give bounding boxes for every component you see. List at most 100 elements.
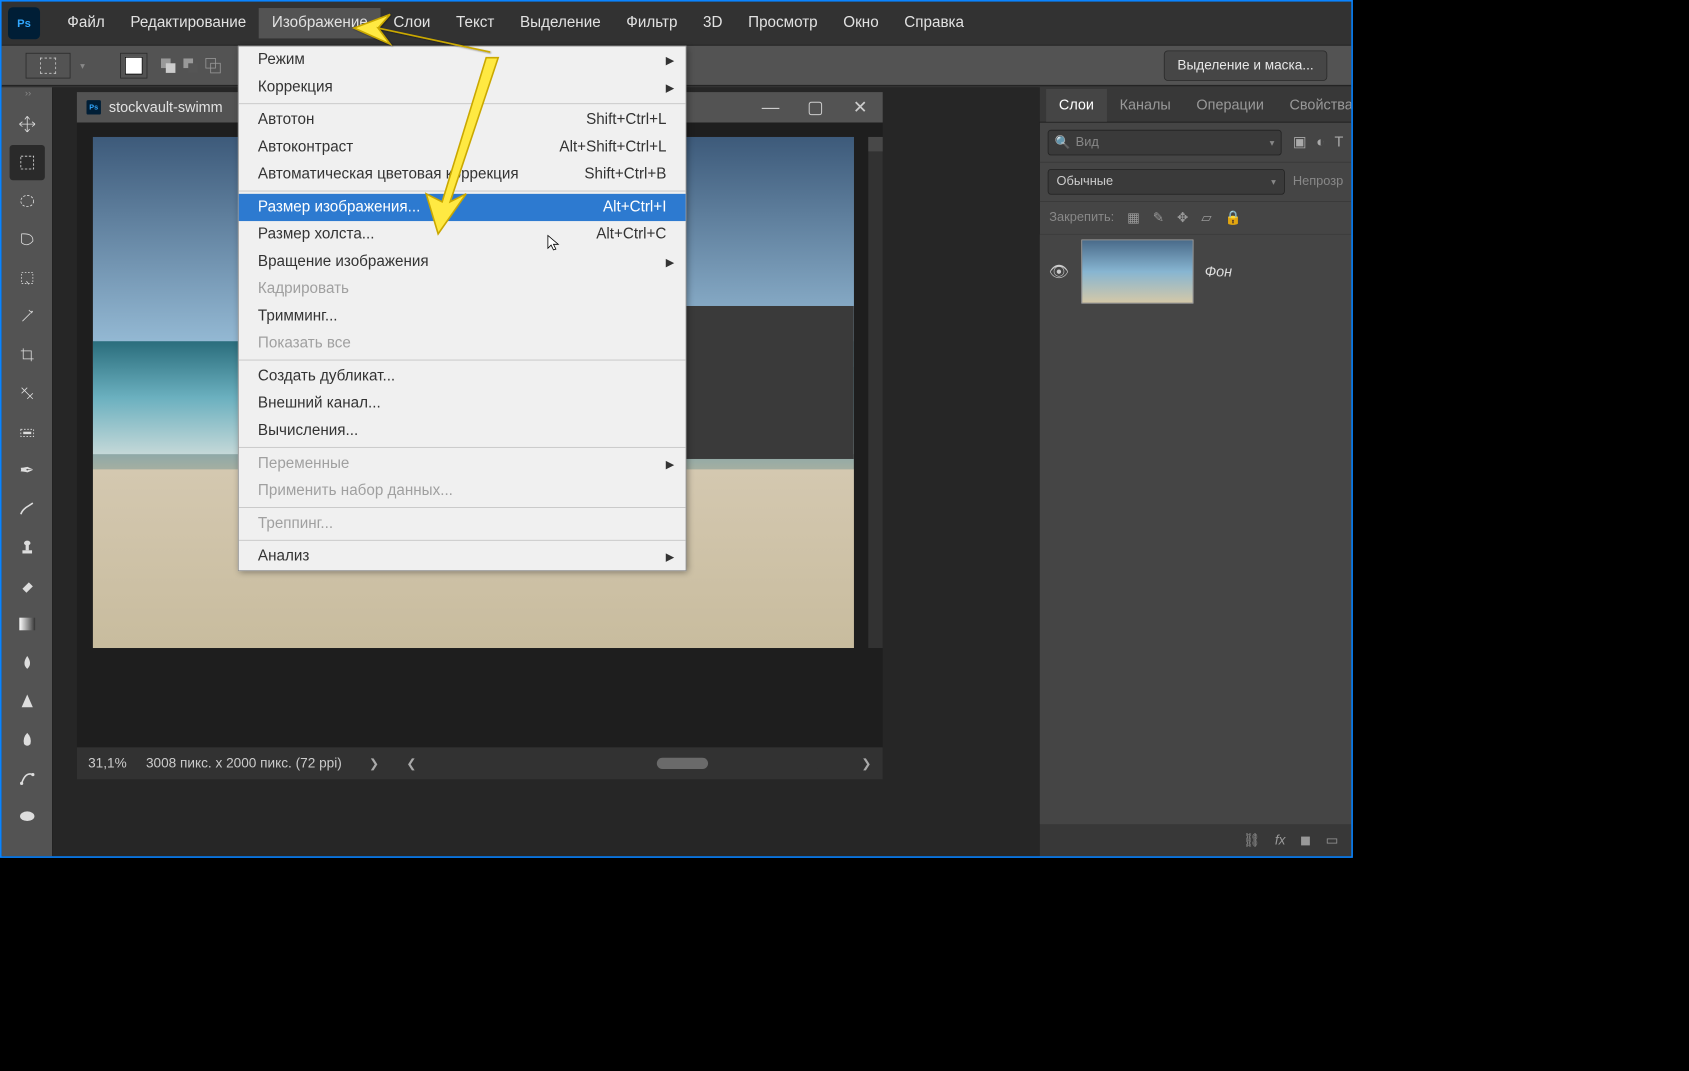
menu-фильтр[interactable]: Фильтр [613, 8, 690, 38]
new-group-icon[interactable]: ▭ [1326, 832, 1339, 848]
menu-item[interactable]: Размер изображения...Alt+Ctrl+I [239, 194, 686, 221]
brush-tool[interactable] [9, 491, 44, 526]
menu-справка[interactable]: Справка [891, 8, 976, 38]
filter-text-icon[interactable]: T [1334, 134, 1343, 151]
layer-row[interactable]: 👁 Фон [1040, 235, 1352, 309]
lock-all-icon[interactable]: 🔒 [1225, 210, 1242, 226]
selection-new-icon[interactable] [120, 52, 147, 78]
layer-fx-icon[interactable]: fx [1275, 832, 1286, 848]
menu-item-label: Коррекция [258, 78, 333, 96]
panel-tab-0[interactable]: Слои [1046, 89, 1107, 122]
link-layers-icon[interactable]: ⛓ [1243, 832, 1260, 848]
dodge-tool[interactable] [9, 683, 44, 718]
eraser-tool[interactable] [9, 568, 44, 603]
marquee-tool[interactable] [9, 145, 44, 180]
move-tool[interactable] [9, 107, 44, 142]
doc-dimensions: 3008 пикс. x 2000 пикс. (72 ppi) [146, 755, 342, 771]
menu-item[interactable]: Тримминг... [239, 303, 686, 330]
menu-слои[interactable]: Слои [381, 8, 444, 38]
lock-brush-icon[interactable]: ✎ [1153, 210, 1164, 226]
menu-выделение[interactable]: Выделение [507, 8, 613, 38]
layers-footer: ⛓ fx ◼ ▭ [1040, 824, 1352, 856]
expand-tools-icon[interactable]: ›› [16, 87, 40, 97]
select-and-mask-button[interactable]: Выделение и маска... [1164, 50, 1327, 80]
opacity-label: Непрозр [1293, 175, 1343, 189]
blur-tool[interactable] [9, 645, 44, 680]
lock-artboard-icon[interactable]: ▱ [1201, 210, 1211, 226]
layer-thumbnail[interactable] [1081, 239, 1193, 303]
status-nav-right2-icon[interactable]: ❯ [861, 756, 871, 770]
more-tool[interactable] [9, 799, 44, 834]
menu-файл[interactable]: Файл [54, 8, 117, 38]
menu-item[interactable]: Автотон Shift+Ctrl+L [239, 107, 686, 134]
window-close-icon[interactable]: ✕ [838, 92, 883, 122]
layer-filter-search[interactable]: 🔍 Вид ▾ [1048, 129, 1282, 155]
visibility-eye-icon[interactable]: 👁 [1048, 262, 1070, 282]
status-nav-right-icon[interactable]: ❯ [369, 756, 379, 770]
lock-pixels-icon[interactable]: ▦ [1127, 210, 1140, 226]
menu-shortcut: Shift+Ctrl+B [584, 166, 666, 184]
layer-name[interactable]: Фон [1205, 263, 1232, 280]
menu-item[interactable]: АвтоконтрастAlt+Shift+Ctrl+L [239, 134, 686, 161]
menu-item-label: Размер холста... [258, 226, 375, 244]
menu-просмотр[interactable]: Просмотр [735, 8, 830, 38]
menu-separator [239, 540, 686, 541]
submenu-arrow-icon: ▶ [666, 457, 675, 471]
panel-tab-1[interactable]: Каналы [1107, 89, 1184, 122]
menu-shortcut: Shift+Ctrl+L [586, 111, 666, 129]
selection-intersect-icon[interactable] [202, 54, 224, 76]
quick-select-tool[interactable] [9, 260, 44, 295]
chevron-down-icon: ▾ [1270, 137, 1275, 148]
lasso-poly-tool[interactable] [9, 222, 44, 257]
filter-image-icon[interactable]: ▣ [1293, 134, 1307, 151]
menu-текст[interactable]: Текст [443, 8, 507, 38]
crop-tool[interactable] [9, 337, 44, 372]
frame-tool[interactable] [9, 376, 44, 411]
lock-position-icon[interactable]: ✥ [1177, 210, 1188, 226]
tools-panel: ›› ✒ [2, 87, 53, 856]
menu-item[interactable]: Режим▶ [239, 46, 686, 73]
status-nav-left-icon[interactable]: ❮ [406, 756, 416, 770]
window-minimize-icon[interactable]: — [748, 92, 793, 122]
pen-tool[interactable] [9, 722, 44, 757]
gradient-tool[interactable] [9, 606, 44, 641]
filter-label: Вид [1076, 135, 1099, 149]
menu-item[interactable]: Коррекция▶ [239, 74, 686, 101]
tool-preset-picker[interactable] [26, 52, 71, 78]
wand-tool[interactable] [9, 299, 44, 334]
filter-adjust-icon[interactable]: ◐ [1316, 134, 1325, 151]
menu-item-label: Вращение изображения [258, 253, 429, 271]
status-bar: 31,1% 3008 пикс. x 2000 пикс. (72 ppi) ❯… [77, 747, 883, 779]
path-tool[interactable] [9, 760, 44, 795]
menu-item[interactable]: Внешний канал... [239, 390, 686, 417]
menu-item[interactable]: Автоматическая цветовая коррекция Shift+C… [239, 161, 686, 188]
selection-subtract-icon[interactable] [179, 54, 201, 76]
menu-item[interactable]: Вращение изображения▶ [239, 248, 686, 275]
healing-tool[interactable]: ✒ [9, 453, 44, 488]
panel-tab-3[interactable]: Свойства [1277, 89, 1352, 122]
panel-tab-2[interactable]: Операции [1184, 89, 1277, 122]
menu-3d[interactable]: 3D [690, 8, 735, 38]
layer-mask-icon[interactable]: ◼ [1300, 832, 1311, 848]
selection-add-icon[interactable] [157, 54, 179, 76]
menu-изображение[interactable]: Изображение [259, 8, 381, 38]
menu-item[interactable]: Вычисления... [239, 417, 686, 444]
search-icon: 🔍 [1055, 134, 1071, 150]
menu-item-label: Показать все [258, 335, 351, 353]
menu-item[interactable]: Анализ▶ [239, 543, 686, 570]
menu-item-label: Треппинг... [258, 515, 333, 533]
window-maximize-icon[interactable]: ▢ [793, 92, 838, 122]
menu-item-label: Автотон [258, 111, 315, 129]
lasso-tool[interactable] [9, 183, 44, 218]
horizontal-scrollbar[interactable] [452, 758, 819, 769]
stamp-tool[interactable] [9, 529, 44, 564]
vertical-scrollbar[interactable] [868, 137, 882, 648]
menu-редактирование[interactable]: Редактирование [118, 8, 260, 38]
menu-item[interactable]: Создать дубликат... [239, 363, 686, 390]
eyedropper-tool[interactable] [9, 414, 44, 449]
zoom-level[interactable]: 31,1% [88, 755, 127, 771]
blend-mode-select[interactable]: Обычные ▾ [1048, 169, 1285, 195]
menu-окно[interactable]: Окно [830, 8, 891, 38]
menu-item[interactable]: Размер холста...Alt+Ctrl+C [239, 221, 686, 248]
menu-item-label: Автоматическая цветовая коррекция [258, 166, 519, 184]
